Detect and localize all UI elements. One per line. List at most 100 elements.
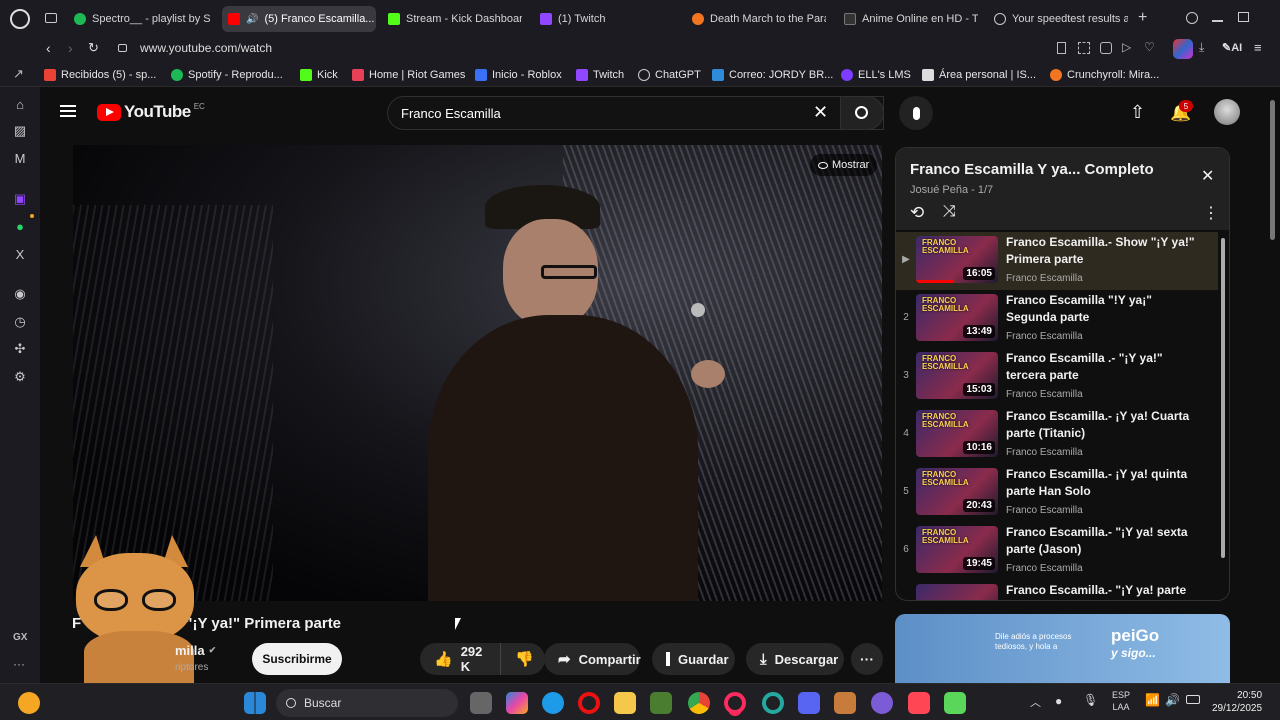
playlist-scrollbar[interactable] (1221, 238, 1225, 558)
bookmark-kick[interactable]: Kick (300, 67, 338, 83)
assistant-icon[interactable]: ↗ (13, 66, 24, 82)
reload-icon[interactable]: ↻ (88, 40, 99, 56)
voice-search-button[interactable] (899, 96, 933, 130)
player-sidebar-icon[interactable]: ◉ (12, 286, 28, 302)
tray-chevron-icon[interactable]: ︿ (1030, 694, 1041, 710)
subscribe-button[interactable]: Suscribirme (252, 643, 342, 675)
tab-crunchyroll[interactable]: Death March to the Para (686, 6, 826, 32)
more-actions-button[interactable]: ··· (851, 643, 883, 675)
ccleaner-icon[interactable] (762, 692, 784, 714)
tab-speedtest[interactable]: Your speedtest results a (988, 6, 1128, 32)
volume-icon[interactable]: 🔊 (1165, 693, 1180, 707)
tab-search-icon[interactable] (1186, 12, 1198, 24)
bookmark-icon[interactable] (1057, 42, 1066, 54)
avatar[interactable] (1214, 99, 1240, 125)
bookmark-correo[interactable]: Correo: JORDY BR... (712, 67, 833, 83)
search-box[interactable]: Franco Escamilla ✕ (387, 96, 884, 130)
bookmark-twitch[interactable]: Twitch (576, 67, 624, 83)
video-player[interactable]: Mostrar (73, 145, 882, 601)
tab-anime[interactable]: Anime Online en HD - T (838, 6, 978, 32)
bookmark-chatgpt[interactable]: ChatGPT (638, 67, 701, 83)
bookmark-ells[interactable]: ELL's LMS (841, 67, 911, 83)
extensions-icon[interactable]: ✣ (12, 341, 28, 357)
mail-icon[interactable]: M (12, 150, 28, 166)
taskbar-search[interactable]: Buscar (276, 689, 458, 717)
loop-icon[interactable]: ⟲ (910, 203, 924, 223)
clear-search-icon[interactable]: ✕ (813, 102, 828, 123)
playlist-item[interactable]: 2 FRANCO ESCAMILLA 13:49 Franco Escamilla… (896, 290, 1218, 348)
chat-app-icon[interactable] (871, 692, 893, 714)
minecraft-icon[interactable] (650, 692, 672, 714)
back-icon[interactable]: ‹ (46, 40, 51, 56)
ad-banner[interactable]: Dile adiós a procesos tediosos, y hola a… (895, 614, 1230, 683)
download-icon[interactable]: ⤓ (1199, 40, 1204, 55)
playlist-title[interactable]: Franco Escamilla Y ya... Completo (910, 161, 1154, 178)
adblock-icon[interactable] (1100, 42, 1112, 54)
file-explorer-icon[interactable] (614, 692, 636, 714)
gx-corner-icon[interactable]: ⌂ (12, 96, 28, 112)
maximize-icon[interactable] (1238, 12, 1249, 22)
bookmark-riot[interactable]: Home | Riot Games (352, 67, 465, 83)
like-button[interactable]: 👍 292 K (420, 643, 501, 675)
x-twitter-icon[interactable]: X (12, 246, 28, 262)
playlist-menu-icon[interactable]: ⋮ (1203, 203, 1219, 223)
playlist-item[interactable]: 6 FRANCO ESCAMILLA 19:45 Franco Escamilla… (896, 522, 1218, 580)
playlist-item[interactable]: ▶ FRANCO ESCAMILLA 16:05 Franco Escamilla… (896, 232, 1218, 290)
show-button[interactable]: Mostrar (810, 154, 878, 176)
whatsapp-icon[interactable]: ● (12, 218, 28, 234)
pinboard-icon[interactable]: ▨ (12, 123, 28, 139)
bookmark-area[interactable]: Área personal | IS... (922, 67, 1036, 83)
valorant-icon[interactable] (908, 692, 930, 714)
profile-icon[interactable] (1173, 39, 1193, 59)
upload-icon[interactable]: ⇧ (1130, 102, 1145, 123)
hamburger-icon[interactable] (60, 105, 76, 117)
minimize-icon[interactable] (1212, 20, 1223, 22)
clock[interactable]: 20:50 29/12/2025 (1212, 689, 1262, 715)
player-icon[interactable]: ▷ (1122, 40, 1131, 54)
playlist-item[interactable]: 5 FRANCO ESCAMILLA 20:43 Franco Escamilla… (896, 464, 1218, 522)
url-field[interactable]: www.youtube.com/watch (140, 41, 272, 55)
language-indicator[interactable]: ESP LAA (1112, 689, 1130, 713)
tab-twitch[interactable]: (1) Twitch (534, 6, 674, 32)
share-button[interactable]: ➦ Compartir (544, 643, 641, 675)
tab-kick[interactable]: Stream - Kick Dashboard (382, 6, 522, 32)
game-launcher-icon[interactable] (834, 692, 856, 714)
channel-name[interactable]: milla ✔ (175, 643, 216, 658)
discord-icon[interactable] (798, 692, 820, 714)
bookmark-spotify[interactable]: Spotify - Reprodu... (171, 67, 283, 83)
battery-icon[interactable] (1186, 695, 1200, 704)
history-icon[interactable]: ◷ (12, 314, 28, 330)
tray-mic-icon[interactable]: 🎙 (1083, 693, 1098, 707)
menu-icon[interactable]: ≡ (1254, 40, 1262, 55)
opera-taskbar-icon[interactable] (18, 692, 40, 714)
more-dots-icon[interactable]: ··· (13, 657, 25, 671)
opera-icon[interactable] (578, 692, 600, 714)
bookmark-crunchyroll[interactable]: Crunchyroll: Mira... (1050, 67, 1159, 83)
opera-gx-icon[interactable] (724, 692, 746, 714)
forward-icon[interactable]: › (68, 40, 73, 56)
opera-menu-icon[interactable] (10, 9, 30, 29)
download-button[interactable]: ⤓ Descargar (746, 643, 844, 675)
speaker-icon[interactable]: 🔊 (246, 14, 258, 25)
new-tab-plus-icon[interactable]: + (1138, 10, 1147, 26)
heart-icon[interactable]: ♡ (1144, 40, 1155, 54)
twitch-sidebar-icon[interactable]: ▣ (12, 191, 28, 207)
playlist-item[interactable]: 4 FRANCO ESCAMILLA 10:16 Franco Escamilla… (896, 406, 1218, 464)
youtube-logo[interactable]: YouTube EC (97, 102, 205, 122)
shuffle-icon[interactable]: ⤨ (943, 203, 956, 221)
search-button[interactable] (840, 96, 884, 130)
windows-start-icon[interactable] (244, 692, 266, 714)
playlist-item[interactable]: 3 FRANCO ESCAMILLA 15:03 Franco Escamilla… (896, 348, 1218, 406)
settings-gear-icon[interactable]: ⚙ (12, 369, 28, 385)
playlist-item[interactable]: Franco Escamilla.- "¡Y ya! parte (896, 580, 1218, 600)
tray-app-icon[interactable]: ● (1055, 694, 1062, 708)
tab-spotify[interactable]: Spectro__ - playlist by Sp (68, 6, 210, 32)
save-button[interactable]: Guardar (652, 643, 735, 675)
wifi-icon[interactable]: 📶 (1145, 693, 1160, 707)
dislike-button[interactable]: 👎 (500, 643, 545, 675)
page-scrollbar[interactable] (1270, 100, 1275, 240)
snapshot-icon[interactable] (1078, 42, 1090, 54)
tab-youtube[interactable]: 🔊 (5) Franco Escamilla... (222, 6, 376, 32)
ai-button[interactable]: ✎AI (1222, 41, 1242, 54)
chrome-icon[interactable] (688, 692, 710, 714)
